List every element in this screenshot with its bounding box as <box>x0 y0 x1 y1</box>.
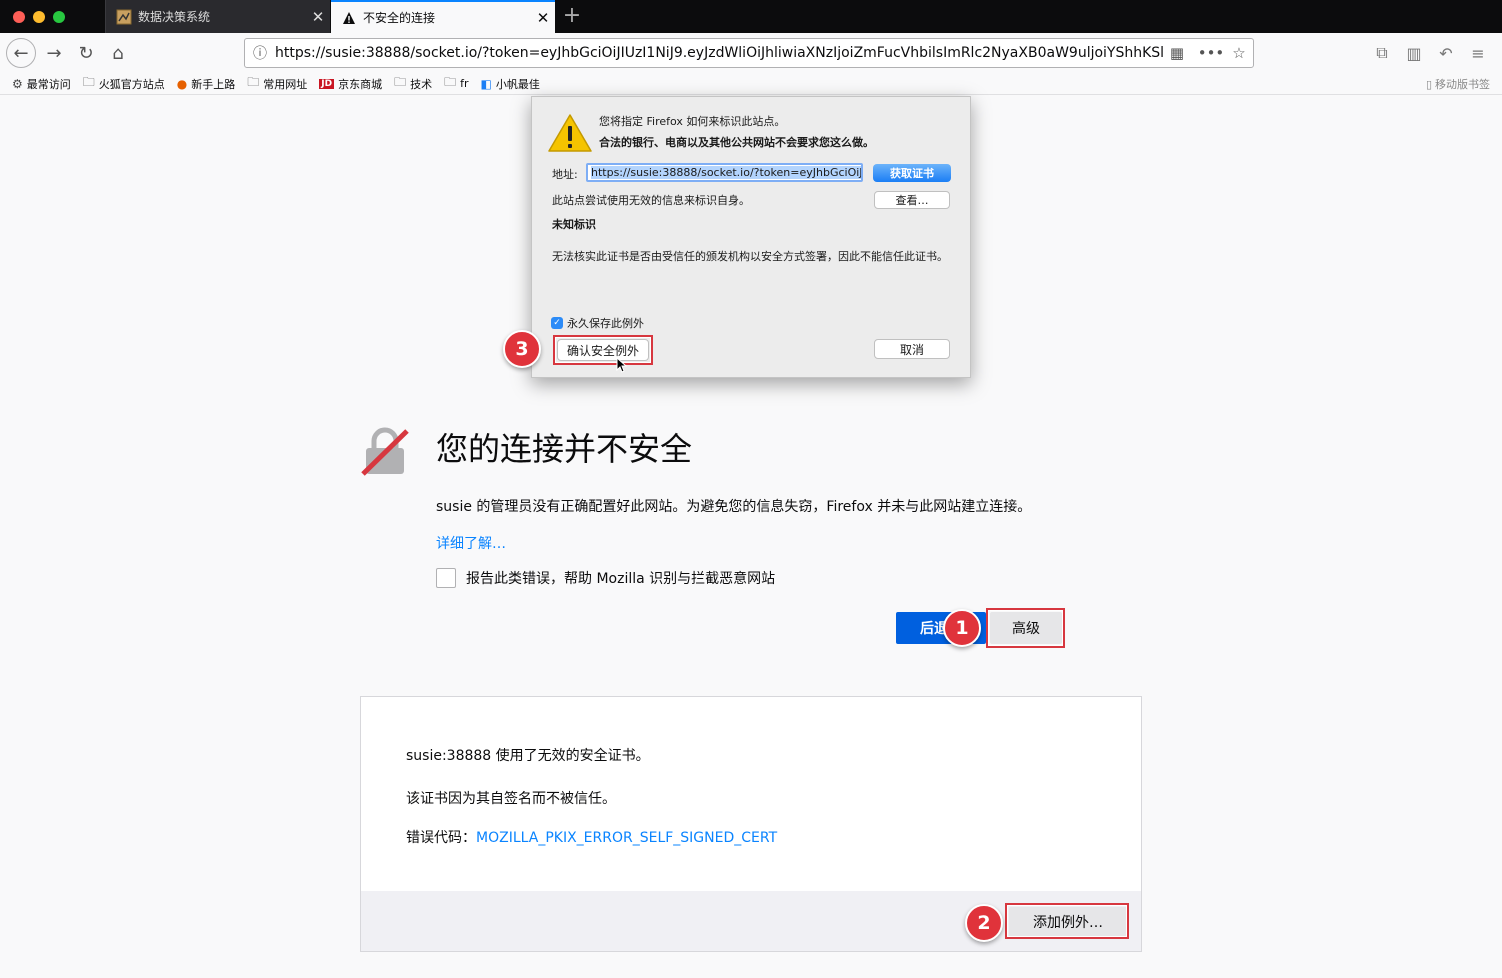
bookmark-item[interactable]: ◧ 小帆最佳 <box>481 76 540 92</box>
learn-more-link[interactable]: 详细了解… <box>436 533 506 553</box>
bookmark-item[interactable]: 🗀 技术 <box>394 73 432 94</box>
mobile-bookmarks[interactable]: ▯ 移动版书签 <box>1426 76 1490 92</box>
jd-icon: JD <box>319 78 335 89</box>
unknown-identity-heading: 未知标识 <box>552 218 596 231</box>
page-actions-icon[interactable]: ••• <box>1197 44 1225 62</box>
tab-close-icon[interactable]: ✕ <box>531 9 555 27</box>
advanced-footer: 添加例外… <box>361 891 1141 951</box>
home-icon[interactable]: ⌂ <box>104 39 132 67</box>
undo-icon[interactable]: ↶ <box>1430 39 1462 67</box>
new-tab-plus-icon[interactable]: + <box>560 3 584 29</box>
navigation-toolbar: ← → ↻ ⌂ ⓘ https://susie:38888/socket.io/… <box>0 33 1502 73</box>
dialog-warning: 合法的银行、电商以及其他公共网站不会要求您这么做。 <box>599 136 874 149</box>
cert-invalid-text: susie:38888 使用了无效的安全证书。 <box>406 748 650 764</box>
app-favicon-icon <box>116 9 132 25</box>
view-certificate-button[interactable]: 查看… <box>874 191 950 209</box>
toolbar-right: ⧉ ▥ ↶ ≡ <box>1366 39 1494 67</box>
unknown-identity-description: 无法核实此证书是否由受信任的颁发机构以安全方式签署，因此不能信任此证书。 <box>552 250 948 263</box>
url-text[interactable]: https://susie:38888/socket.io/?token=eyJ… <box>275 45 1163 61</box>
back-arrow-icon[interactable]: ← <box>6 38 36 68</box>
tab-insecure-connection[interactable]: 不安全的连接 ✕ <box>331 0 555 33</box>
bookmark-star-icon[interactable]: ☆ <box>1225 44 1253 62</box>
self-signed-text: 该证书因为其自签名而不被信任。 <box>406 791 616 807</box>
warning-icon <box>341 10 357 26</box>
get-certificate-button[interactable]: 获取证书 <box>873 164 951 182</box>
firefox-icon: ● <box>176 76 188 91</box>
step-marker-3: 3 <box>503 330 541 368</box>
sidebar-icon[interactable]: ▥ <box>1398 39 1430 67</box>
error-code-label: 错误代码： <box>406 830 476 846</box>
error-description: susie 的管理员没有正确配置好此网站。为避免您的信息失窃，Firefox 并… <box>436 499 1032 515</box>
forward-arrow-icon[interactable]: → <box>40 39 68 67</box>
bookmarks-toolbar: ⚙ 最常访问 🗀 火狐官方站点 ● 新手上路 🗀 常用网址 JD 京东商城 🗀 技术 🗀 fr… <box>0 73 1502 95</box>
folder-icon: 🗀 <box>82 75 95 89</box>
gear-icon: ⚙ <box>12 76 23 91</box>
mobile-icon: ▯ <box>1425 77 1432 91</box>
step-marker-1: 1 <box>943 609 981 647</box>
permanent-checkbox[interactable]: ✓ <box>551 317 563 329</box>
permanent-label: 永久保存此例外 <box>567 317 644 330</box>
mouse-cursor-icon <box>616 357 628 373</box>
sync-tabs-icon[interactable]: ⧉ <box>1366 39 1398 67</box>
menu-hamburger-icon[interactable]: ≡ <box>1462 39 1494 67</box>
site-info-icon[interactable]: ⓘ <box>245 43 275 63</box>
bookmark-item[interactable]: 🗀 火狐官方站点 <box>83 73 165 94</box>
address-field[interactable]: https://susie:38888/socket.io/?token=eyJ… <box>586 163 863 182</box>
window-minimize-button[interactable] <box>33 11 45 23</box>
bookmark-item[interactable]: ● 新手上路 <box>177 76 235 92</box>
page-title: 您的连接并不安全 <box>436 430 693 468</box>
broken-lock-icon <box>361 427 409 476</box>
qr-code-icon[interactable]: ▦ <box>1163 44 1191 62</box>
tab-strip: 数据决策系统 ✕ 不安全的连接 ✕ + <box>0 0 1502 33</box>
folder-icon: 🗀 <box>247 75 260 89</box>
tab-title: 数据决策系统 <box>138 10 211 24</box>
bookmark-item[interactable]: JD 京东商城 <box>319 76 382 92</box>
url-bar[interactable]: ⓘ https://susie:38888/socket.io/?token=e… <box>244 38 1254 68</box>
bookmark-item[interactable]: 🗀 fr <box>444 73 468 94</box>
permanent-exception-option[interactable]: ✓ 永久保存此例外 <box>551 315 644 331</box>
dialog-intro: 您将指定 Firefox 如何来标识此站点。 <box>599 115 786 128</box>
tab-data-decision[interactable]: 数据决策系统 ✕ <box>105 0 330 33</box>
site-identity-message: 此站点尝试使用无效的信息来标识自身。 <box>552 194 750 207</box>
add-exception-highlight <box>1005 903 1129 939</box>
error-code-line: 错误代码：MOZILLA_PKIX_ERROR_SELF_SIGNED_CERT <box>406 827 777 847</box>
advanced-panel: susie:38888 使用了无效的安全证书。 该证书因为其自签名而不被信任。 … <box>360 696 1142 952</box>
folder-icon: 🗀 <box>394 75 407 89</box>
report-label: 报告此类错误，帮助 Mozilla 识别与拦截恶意网站 <box>466 571 776 587</box>
bookmark-icon: ◧ <box>480 76 492 91</box>
window-close-button[interactable] <box>13 11 25 23</box>
bookmark-item[interactable]: 🗀 常用网址 <box>247 73 307 94</box>
folder-icon: 🗀 <box>444 75 457 89</box>
window-maximize-button[interactable] <box>53 11 65 23</box>
address-label: 地址: <box>552 168 578 181</box>
reload-icon[interactable]: ↻ <box>72 39 100 67</box>
error-code-link[interactable]: MOZILLA_PKIX_ERROR_SELF_SIGNED_CERT <box>476 830 777 846</box>
address-value: https://susie:38888/socket.io/?token=eyJ… <box>591 166 861 179</box>
report-error-option[interactable]: 报告此类错误，帮助 Mozilla 识别与拦截恶意网站 <box>436 568 775 588</box>
bookmark-item[interactable]: ⚙ 最常访问 <box>12 76 71 92</box>
advanced-highlight <box>986 608 1065 648</box>
tab-close-icon[interactable]: ✕ <box>306 8 330 26</box>
warning-triangle-icon <box>548 114 592 152</box>
report-checkbox[interactable] <box>436 568 456 588</box>
step-marker-2: 2 <box>965 904 1003 942</box>
confirm-highlight <box>553 335 653 365</box>
tab-title: 不安全的连接 <box>363 11 436 25</box>
cancel-button[interactable]: 取消 <box>874 339 950 359</box>
add-security-exception-dialog: 您将指定 Firefox 如何来标识此站点。 合法的银行、电商以及其他公共网站不… <box>531 96 971 378</box>
